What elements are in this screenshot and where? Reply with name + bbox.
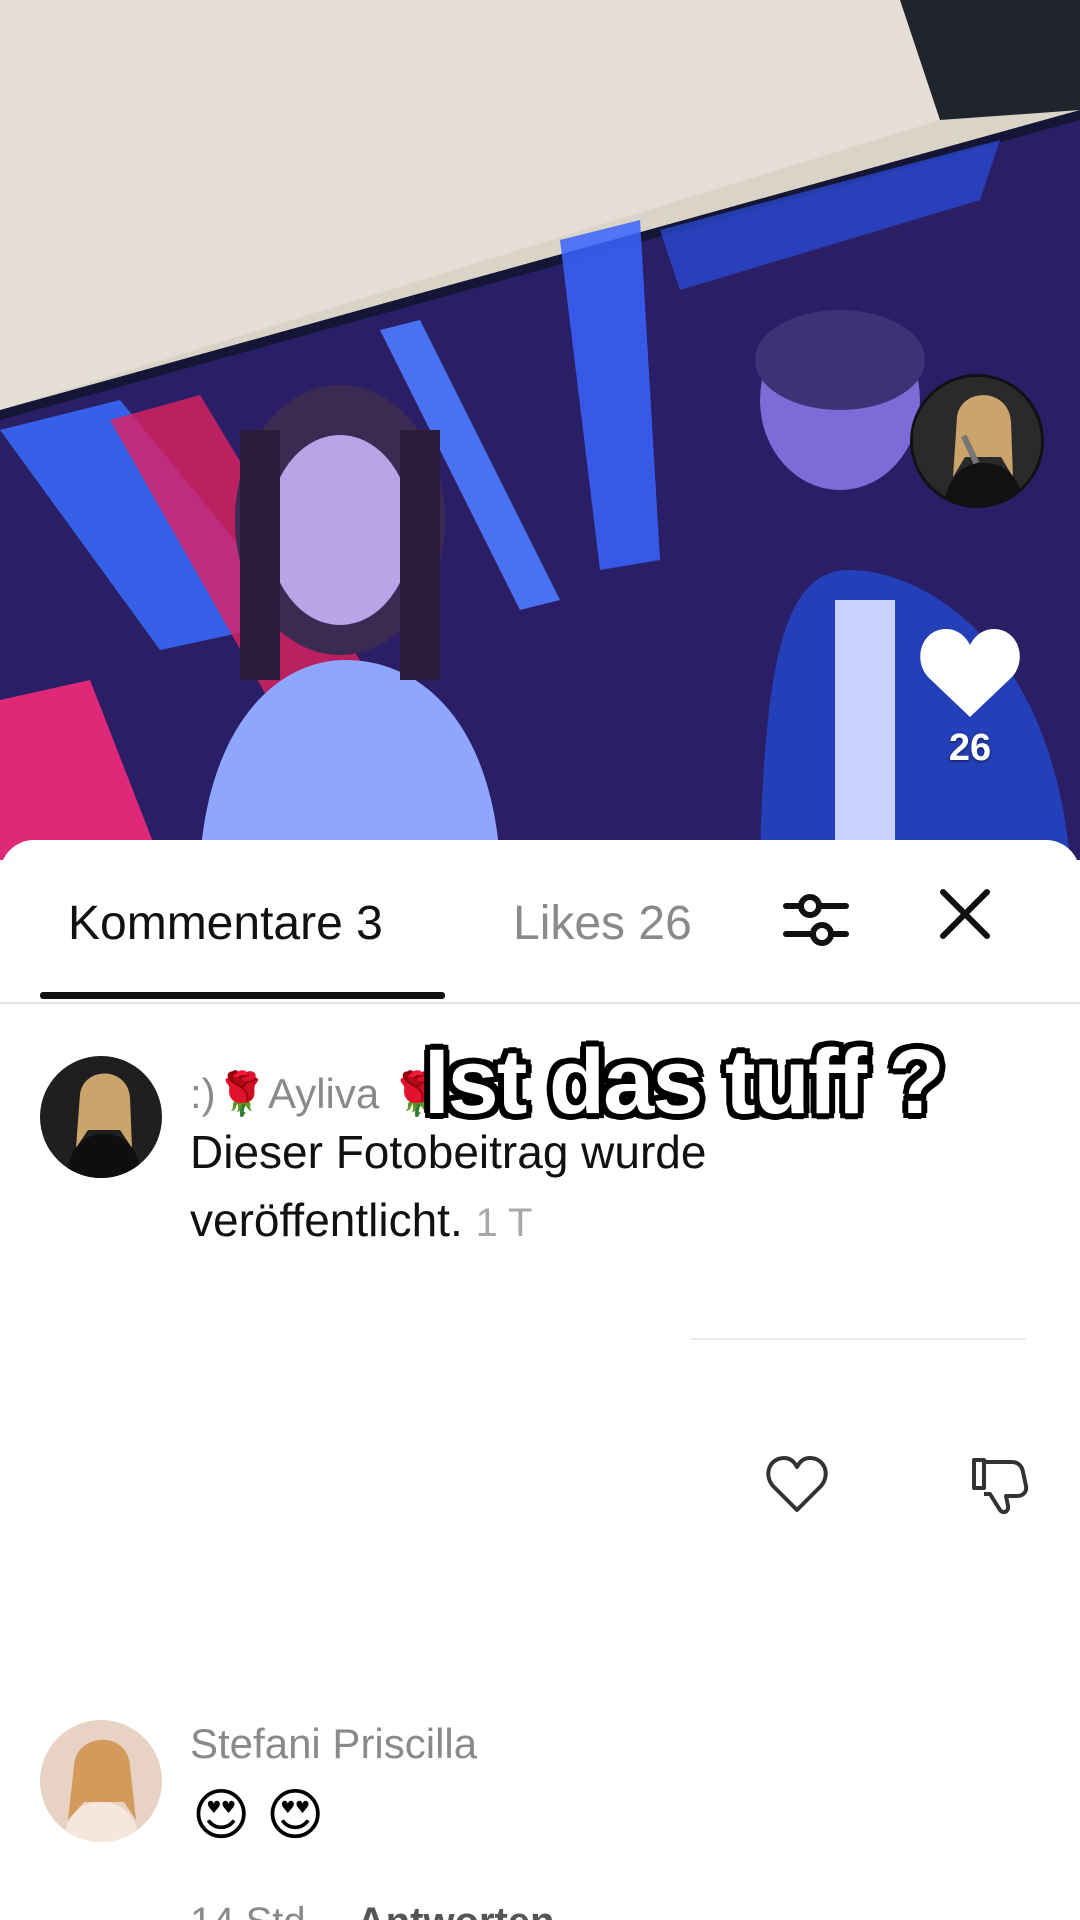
post-overlay-caption: Ist das tuff ? bbox=[424, 1031, 945, 1133]
post-photo[interactable]: 26 bbox=[0, 0, 1080, 860]
close-button[interactable] bbox=[935, 884, 995, 944]
comment-author[interactable]: :)🌹Ayliva 🌹 bbox=[190, 1070, 443, 1119]
sliders-icon bbox=[783, 894, 849, 946]
comment-text: Dieser Fotobeitrag wurde veröffentlicht.… bbox=[190, 1118, 890, 1257]
sheet-tabs: Kommentare 3 Likes 26 bbox=[0, 840, 1080, 1004]
avatar[interactable] bbox=[40, 1056, 162, 1178]
close-icon bbox=[940, 889, 990, 939]
singer-avatar-icon bbox=[40, 1056, 162, 1178]
comment-body: 😍 😍 bbox=[192, 1783, 325, 1846]
comment-timestamp: 14 Std. bbox=[190, 1900, 317, 1920]
comment-meta: 14 Std. Antworten bbox=[190, 1900, 555, 1920]
post-like-button[interactable]: 26 bbox=[918, 625, 1022, 770]
reply-divider bbox=[690, 1338, 1026, 1340]
comments-sheet: Kommentare 3 Likes 26:)🌹Ayliva 🌹 Dieser… bbox=[0, 840, 1080, 1920]
author-avatar[interactable] bbox=[910, 374, 1044, 508]
comment-body: Dieser Fotobeitrag wurde veröffentlicht. bbox=[190, 1126, 707, 1246]
post-like-count: 26 bbox=[948, 727, 992, 769]
tab-comments[interactable]: Kommentare 3 bbox=[68, 896, 383, 951]
heart-outline-icon bbox=[766, 1456, 828, 1512]
filter-button[interactable] bbox=[780, 884, 852, 956]
thumbs-down-icon bbox=[972, 1458, 1029, 1515]
user-avatar-icon bbox=[40, 1720, 162, 1842]
singer-avatar-icon bbox=[913, 377, 1041, 505]
comment-timestamp: 1 T bbox=[475, 1201, 533, 1245]
reply-button[interactable]: Antworten bbox=[357, 1900, 555, 1920]
comment-dislike-button[interactable] bbox=[968, 1454, 1030, 1516]
tab-likes[interactable]: Likes 26 bbox=[513, 896, 692, 951]
active-tab-indicator bbox=[40, 992, 445, 999]
avatar[interactable] bbox=[40, 1720, 162, 1842]
comment-author[interactable]: Stefani Priscilla bbox=[190, 1720, 477, 1768]
heart-icon bbox=[920, 629, 1020, 717]
comment-like-button[interactable] bbox=[766, 1454, 828, 1516]
